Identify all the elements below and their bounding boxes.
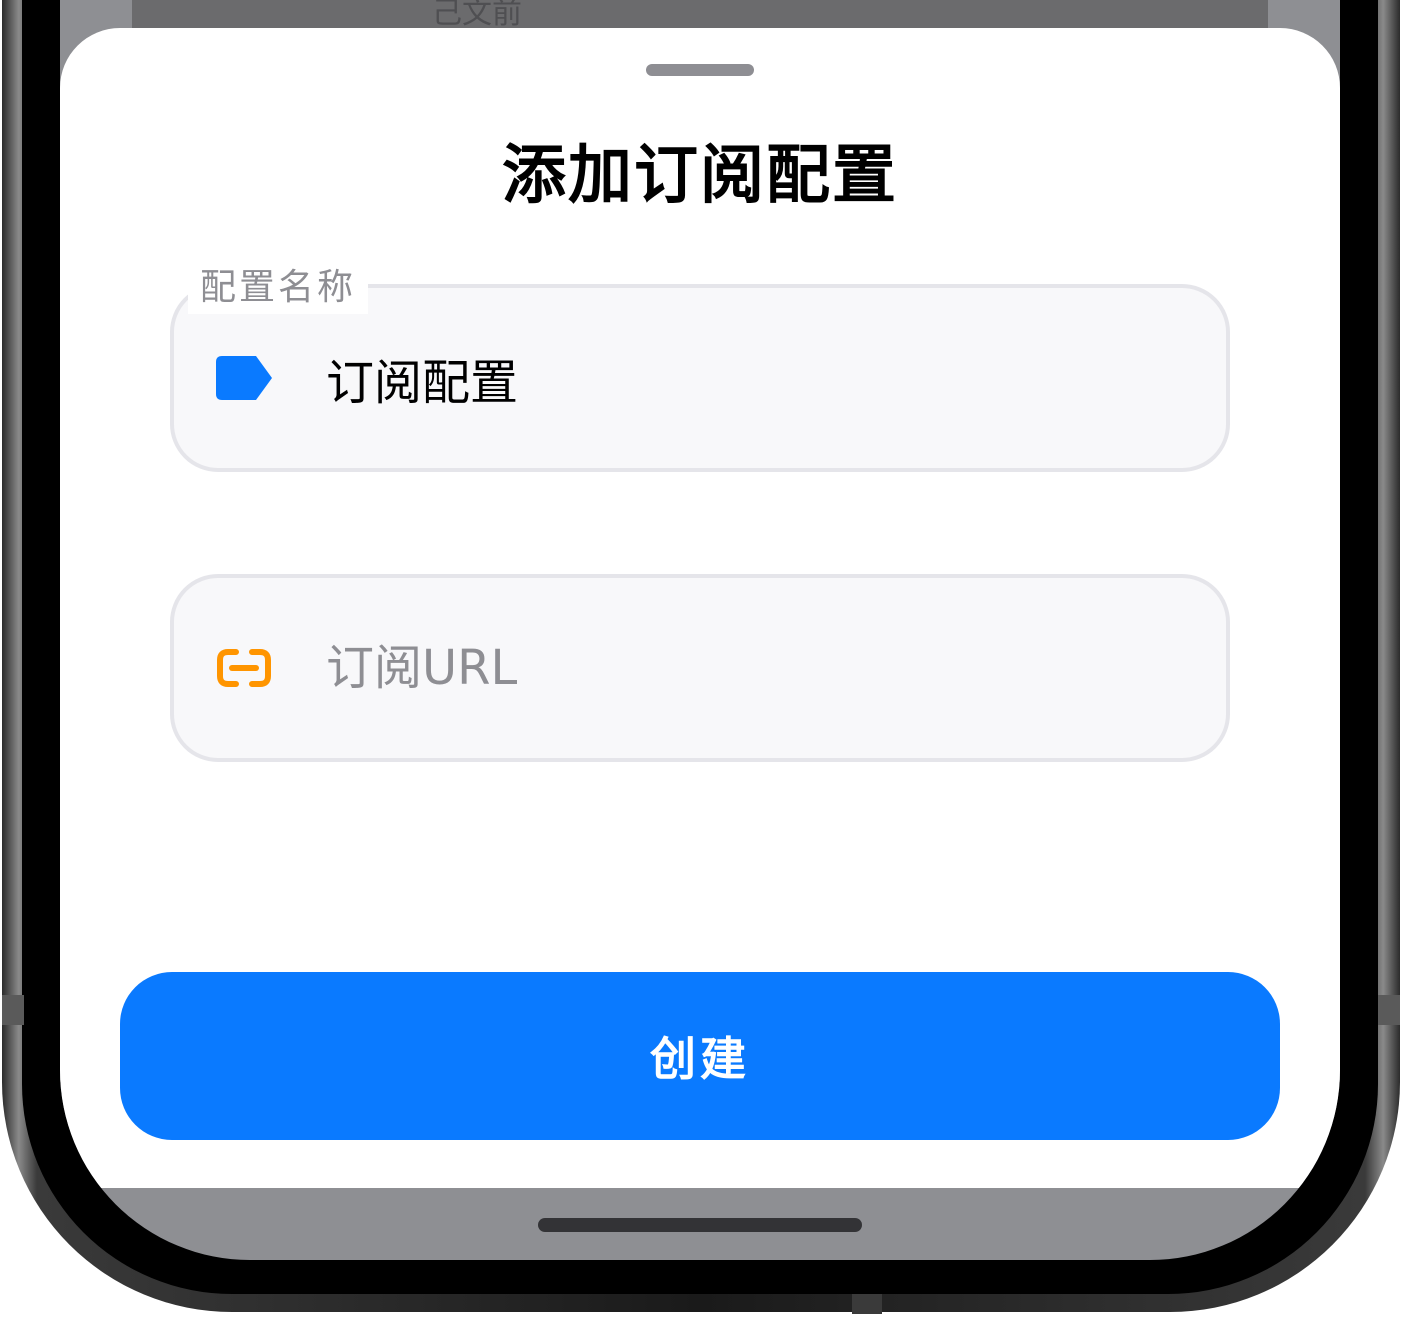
subscription-url-field[interactable]: [170, 574, 1230, 762]
home-indicator[interactable]: [538, 1218, 862, 1232]
charging-port: [852, 1294, 882, 1314]
add-subscription-sheet: 添加订阅配置 配置名称 订阅配置 订阅URL 创建: [60, 28, 1340, 1188]
side-button-left: [2, 995, 24, 1025]
tag-icon: [214, 352, 274, 404]
sheet-title: 添加订阅配置: [502, 139, 898, 213]
config-name-label: 配置名称: [188, 262, 369, 314]
side-button-right: [1378, 995, 1400, 1025]
sheet-grabber[interactable]: [646, 64, 754, 76]
subscription-url-input[interactable]: [326, 636, 1186, 700]
link-icon: [214, 642, 274, 694]
config-name-field[interactable]: 配置名称: [170, 262, 1230, 472]
create-button[interactable]: 创建: [120, 972, 1280, 1140]
screen: 己文前 添加订阅配置 配置名称 订阅配置 订阅URL 创建: [60, 0, 1340, 1260]
config-name-input[interactable]: [326, 346, 1186, 410]
phone-device: 己文前 添加订阅配置 配置名称 订阅配置 订阅URL 创建: [0, 0, 1408, 1317]
